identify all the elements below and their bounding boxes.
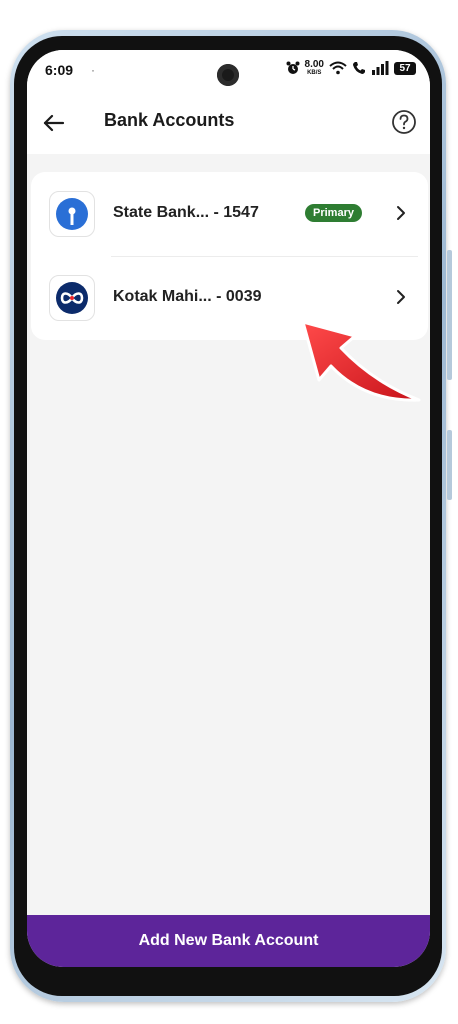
add-new-bank-account-button[interactable]: Add New Bank Account (27, 915, 430, 967)
net-speed-value: 8.00 (304, 59, 324, 70)
page-title: Bank Accounts (104, 110, 235, 130)
status-dot: · (91, 63, 95, 77)
battery-icon: 57 (394, 61, 416, 75)
call-icon (353, 62, 365, 74)
screen: 6:09 · 8.00 KB/S 57 Bank Accounts State … (27, 50, 430, 967)
volume-button (447, 250, 452, 380)
bank-account-row-sbi[interactable]: State Bank... - 1547 Primary (31, 172, 428, 256)
question-circle-icon[interactable] (390, 108, 418, 136)
front-camera (217, 64, 239, 86)
app-header: Bank Accounts (27, 94, 430, 154)
kotak-logo (49, 275, 95, 321)
status-bar: 6:09 · 8.00 KB/S 57 (27, 50, 430, 94)
net-speed: 8.00 KB/S (304, 59, 324, 77)
status-time: 6:09 (45, 62, 74, 78)
chevron-right-icon (397, 206, 405, 220)
account-name: State Bank... - 1547 (113, 204, 259, 221)
account-name: Kotak Mahi... - 0039 (113, 288, 262, 305)
chevron-right-icon (397, 290, 405, 304)
net-speed-unit: KB/S (307, 70, 322, 76)
status-icons: 8.00 KB/S 57 (286, 60, 416, 76)
bank-accounts-list: State Bank... - 1547 Primary Kotak Mahi.… (31, 172, 428, 340)
power-button (447, 430, 452, 500)
primary-badge: Primary (305, 204, 362, 222)
arrow-left-icon[interactable] (41, 110, 67, 136)
sbi-logo (49, 191, 95, 237)
alarm-icon (286, 61, 300, 74)
wifi-icon (329, 61, 347, 75)
red-pointer-arrow-icon (301, 320, 421, 402)
signal-icon (372, 61, 389, 75)
